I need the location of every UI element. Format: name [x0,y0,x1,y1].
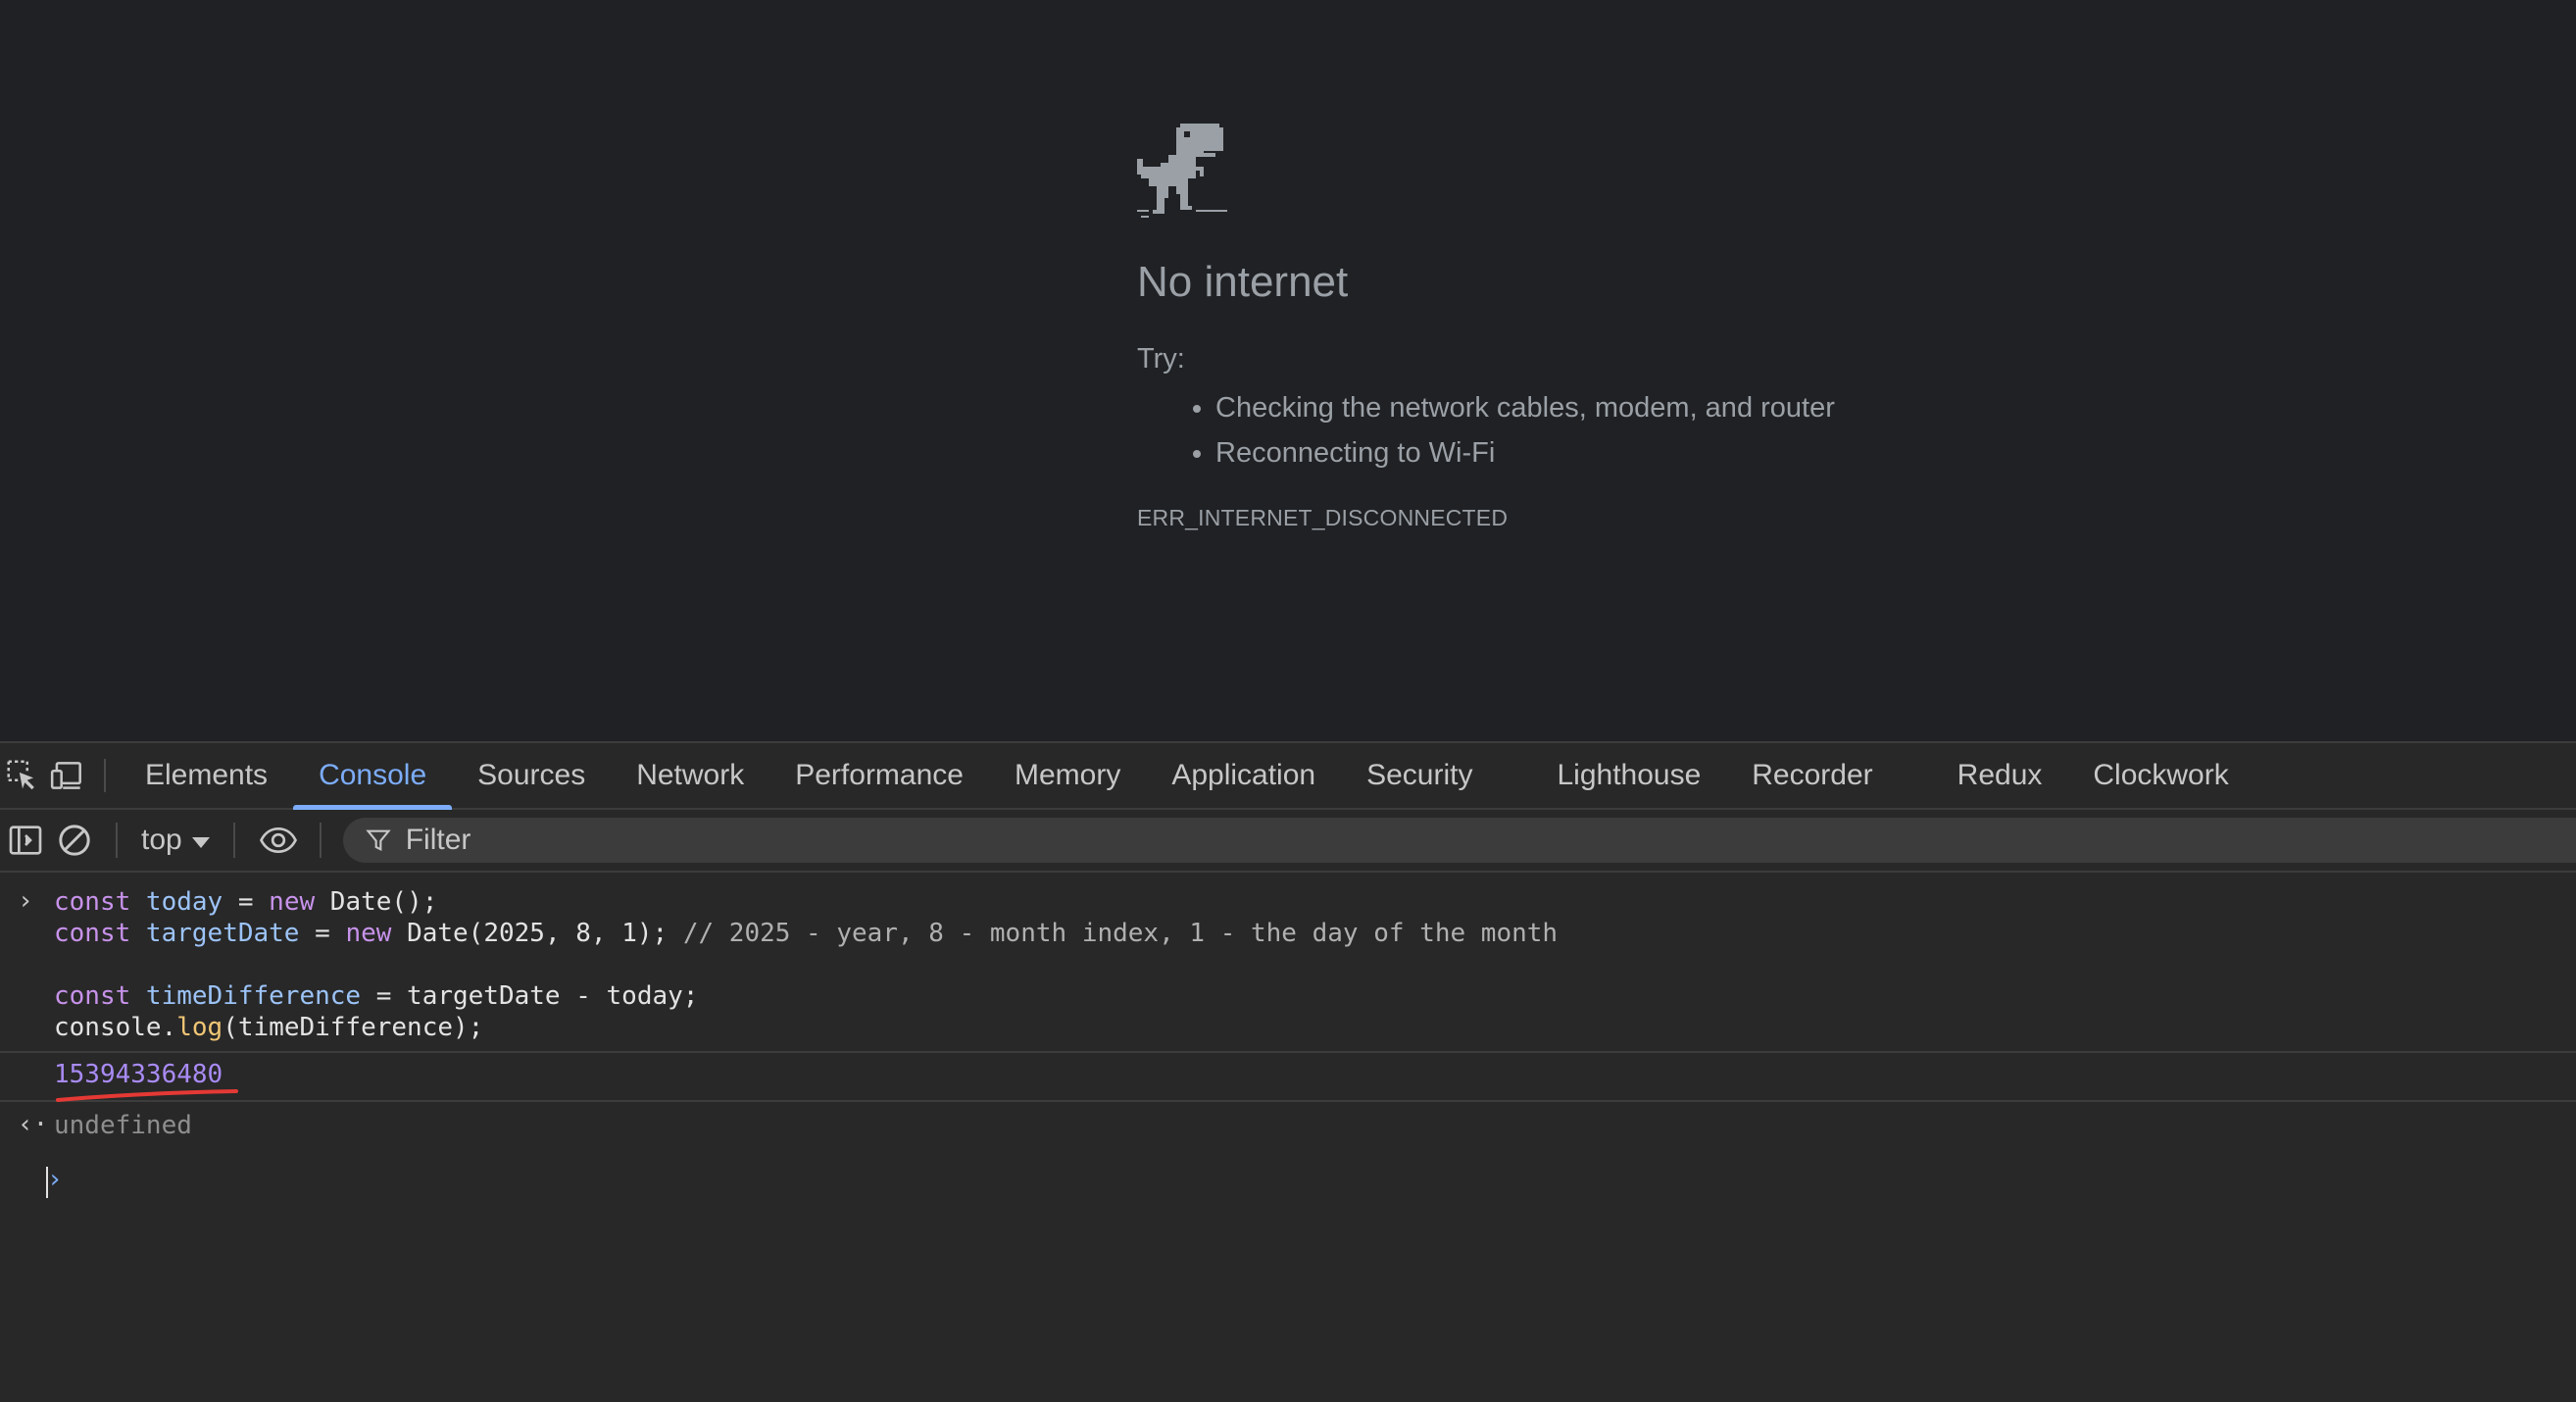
toolbar-separator [232,823,235,858]
tab-clockwork[interactable]: Clockwork [2067,743,2254,808]
tab-application[interactable]: Application [1146,743,1341,808]
suggestion-item: Checking the network cables, modem, and … [1215,385,2019,430]
prompt-chevron-icon: › [47,1165,63,1194]
offline-error: No internet Try: Checking the network ca… [1137,124,2019,531]
code-line: const today = new Date(); [54,887,438,917]
tab-memory[interactable]: Memory [989,743,1146,808]
text-caret [46,1167,48,1198]
tab-sources[interactable]: Sources [452,743,611,808]
tab-lighthouse[interactable]: Lighthouse [1531,743,1726,808]
devtools-tabbar: Elements Console Sources Network Perform… [0,743,2576,810]
tab-elements[interactable]: Elements [120,743,293,808]
try-label: Try: [1137,343,1185,376]
filter-input[interactable]: Filter [342,818,2576,863]
tab-network[interactable]: Network [611,743,769,808]
chevron-right-icon: › [18,886,33,916]
console-messages: › const today = new Date(); const target… [0,873,2576,1204]
log-output-text: 15394336480 [54,1060,223,1089]
log-output-value[interactable]: 15394336480 [54,1059,238,1102]
sidebar-toggle-icon[interactable] [2,817,49,864]
suggestions-list: Checking the network cables, modem, and … [1137,385,2019,476]
tabbar-separator [104,759,106,792]
chevron-down-icon [191,836,210,848]
toolbar-separator [116,823,118,858]
console-toolbar: top Filter [0,810,2576,873]
return-arrow-icon: ‹· [18,1110,49,1139]
code-line: const timeDifference = targetDate - toda… [54,981,699,1011]
filter-icon [365,829,391,852]
browser-viewport: No internet Try: Checking the network ca… [0,0,2576,741]
device-toolbar-icon[interactable] [45,743,90,808]
live-expression-eye-icon[interactable] [255,817,302,864]
devtools-panel: Elements Console Sources Network Perform… [0,741,2576,1402]
context-selector[interactable]: top [135,824,216,857]
error-title: No internet [1137,258,1349,306]
suggestion-item: Reconnecting to Wi-Fi [1215,430,2019,476]
inspect-element-icon[interactable] [0,743,45,808]
tab-redux[interactable]: Redux [1932,743,2068,808]
console-input-message: › const today = new Date(); const target… [0,873,2576,1053]
toolbar-separator [319,823,322,858]
error-code: ERR_INTERNET_DISCONNECTED [1137,505,1509,531]
console-result-message: ‹· undefined [0,1102,2576,1151]
console-prompt[interactable]: › [0,1165,2576,1204]
result-value: undefined [54,1111,192,1140]
tab-security[interactable]: Security [1341,743,1498,808]
code-line: console.log(timeDifference); [54,1013,484,1042]
filter-placeholder: Filter [405,824,471,856]
tab-performance[interactable]: Performance [769,743,989,808]
code-line: const targetDate = new Date(2025, 8, 1);… [54,919,1559,948]
dino-icon[interactable] [1137,124,1227,218]
tab-console[interactable]: Console [293,743,453,810]
tab-recorder[interactable]: Recorder [1726,743,1898,808]
clear-console-icon[interactable] [51,817,98,864]
console-log-message: 15394336480 [0,1053,2576,1102]
context-label: top [141,824,182,856]
